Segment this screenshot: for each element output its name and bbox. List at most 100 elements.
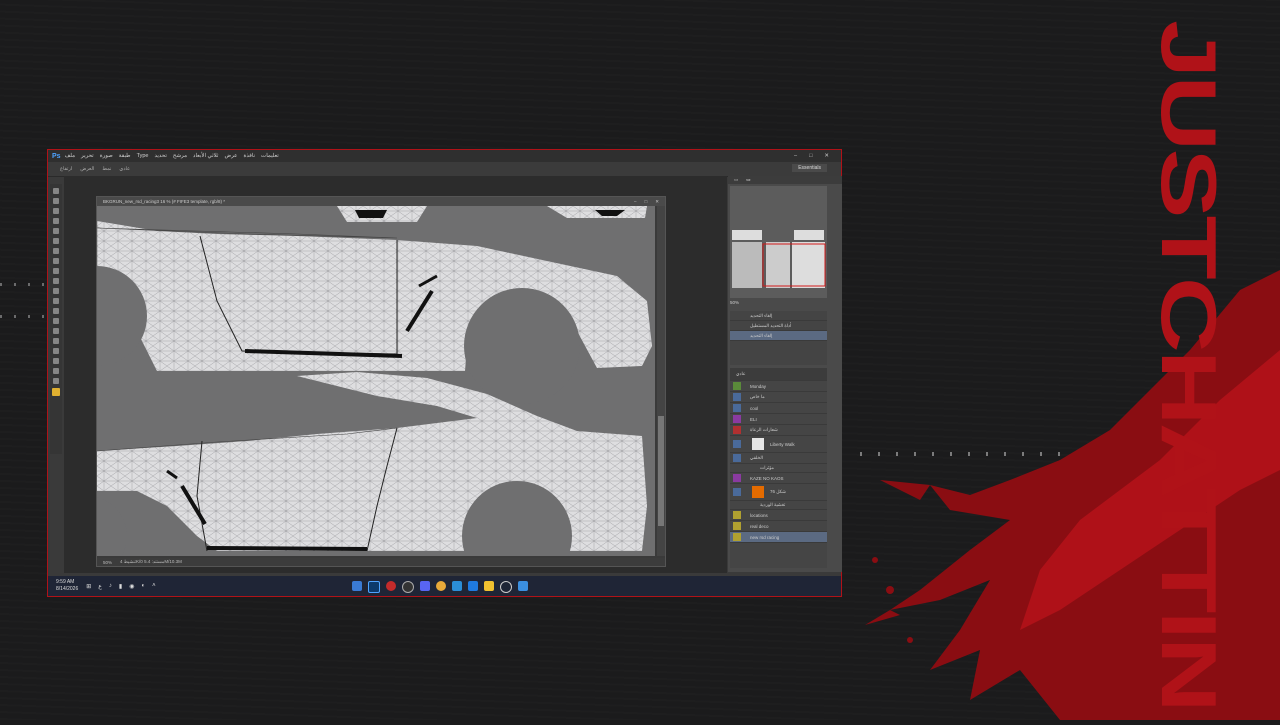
minimize-icon[interactable]: – [634, 199, 637, 205]
layer-row[interactable]: Monday [730, 381, 827, 392]
layer-row[interactable]: new rsd racing [730, 532, 827, 543]
tab-navigator[interactable]: ▭ [746, 177, 750, 183]
path-select-icon[interactable] [53, 348, 59, 354]
close-icon[interactable]: ✕ [655, 199, 659, 205]
lasso-tool-icon[interactable] [53, 208, 59, 214]
menu-item[interactable]: تحرير [81, 153, 94, 159]
history-brush-icon[interactable] [53, 278, 59, 284]
dodge-tool-icon[interactable] [53, 318, 59, 324]
minimize-icon[interactable]: – [794, 153, 797, 159]
eye-icon[interactable] [733, 454, 741, 462]
layer-effect[interactable]: تغشية الوردية [730, 501, 827, 510]
eye-icon[interactable] [733, 415, 741, 423]
wand-tool-icon[interactable] [53, 218, 59, 224]
eye-icon[interactable] [733, 382, 741, 390]
brush-tool-icon[interactable] [53, 258, 59, 264]
chrome-icon[interactable] [436, 581, 446, 591]
menu-item[interactable]: ملف [65, 153, 75, 159]
option-label[interactable]: نمط [102, 166, 111, 172]
zoom-tool-icon[interactable] [53, 378, 59, 384]
layer-row[interactable]: KAZE NO KAOS [730, 473, 827, 484]
foreground-color-icon[interactable] [52, 388, 60, 396]
stamp-tool-icon[interactable] [53, 268, 59, 274]
eye-icon[interactable] [733, 511, 741, 519]
heal-tool-icon[interactable] [53, 248, 59, 254]
history-item[interactable]: أداة التحديد المستطيل [730, 321, 827, 331]
app-icon[interactable] [386, 581, 396, 591]
layer-row[interactable]: locations [730, 510, 827, 521]
maximize-icon[interactable]: □ [645, 199, 648, 205]
eye-icon[interactable] [733, 488, 741, 496]
vertical-scrollbar[interactable] [657, 206, 665, 556]
photoshop-app-icon[interactable] [368, 581, 380, 593]
menu-item[interactable]: تحديد [155, 153, 167, 159]
option-label[interactable]: العرض [80, 166, 94, 172]
app-icon[interactable] [452, 581, 462, 591]
eye-icon[interactable] [733, 404, 741, 412]
menu-item[interactable]: ثلاثي الأبعاد [193, 153, 218, 159]
document-tab[interactable]: BKGRUN_new_rsd_racing3 16 % (# FIFE3 tem… [97, 197, 665, 206]
navigator-preview[interactable] [730, 186, 827, 298]
app-icon[interactable] [402, 581, 414, 593]
option-label[interactable]: ارتفاع [60, 166, 72, 172]
eyedropper-tool-icon[interactable] [53, 238, 59, 244]
eye-icon[interactable] [733, 522, 741, 530]
menu-item[interactable]: مرشح [173, 153, 187, 159]
layer-row[interactable]: cool [730, 403, 827, 414]
clock[interactable]: 9:59 AM 8/14/2026 [56, 579, 78, 593]
type-tool-icon[interactable] [53, 338, 59, 344]
zoom-level[interactable]: 50% [103, 560, 112, 565]
menu-item[interactable]: صورة [100, 153, 113, 159]
discord-icon[interactable] [420, 581, 430, 591]
car-template-canvas[interactable] [97, 206, 655, 556]
pen-tool-icon[interactable] [53, 328, 59, 334]
eye-icon[interactable] [733, 426, 741, 434]
history-item[interactable]: إلغاء التحديد [730, 311, 827, 321]
gradient-tool-icon[interactable] [53, 298, 59, 304]
chevron-up-icon[interactable]: ˄ [152, 583, 156, 590]
close-icon[interactable]: ✕ [824, 153, 829, 159]
workspace-switcher[interactable]: Essentials [792, 164, 827, 172]
navigator-zoom[interactable]: 50% [730, 300, 827, 308]
shape-tool-icon[interactable] [53, 358, 59, 364]
app-icon[interactable] [352, 581, 362, 591]
eye-icon[interactable] [733, 533, 741, 541]
eye-icon[interactable] [733, 393, 741, 401]
notification-icon[interactable]: ⊞ [86, 583, 91, 590]
eraser-tool-icon[interactable] [53, 288, 59, 294]
history-item[interactable]: إلغاء التحديد [730, 331, 827, 341]
store-icon[interactable] [468, 581, 478, 591]
blend-mode-select[interactable]: عادي [736, 371, 746, 377]
eye-icon[interactable] [733, 474, 741, 482]
tab-histogram[interactable]: ▭ [734, 177, 738, 183]
layer-row[interactable]: شعارات الرعاة [730, 425, 827, 436]
mic-icon[interactable]: ♪ [109, 583, 112, 590]
volume-icon[interactable]: ◐ [141, 583, 145, 590]
marquee-tool-icon[interactable] [53, 198, 59, 204]
folder-icon[interactable] [484, 581, 494, 591]
network-icon[interactable]: ◉ [129, 583, 134, 590]
layer-row[interactable]: Liberty Walk [730, 436, 827, 453]
menu-item[interactable]: عرض [224, 153, 237, 159]
menu-item[interactable]: طبقة [119, 153, 131, 159]
eye-icon[interactable] [733, 440, 741, 448]
layer-row[interactable]: ELI [730, 414, 827, 425]
search-icon[interactable] [500, 581, 512, 593]
menu-item[interactable]: Type [137, 153, 149, 159]
layer-row[interactable]: شكل 76 [730, 484, 827, 501]
option-label[interactable]: عادي [119, 166, 130, 172]
layer-row[interactable]: ما خاص [730, 392, 827, 403]
maximize-icon[interactable]: □ [809, 153, 812, 159]
blur-tool-icon[interactable] [53, 308, 59, 314]
scroll-thumb[interactable] [658, 416, 664, 526]
battery-icon[interactable]: ▮ [119, 583, 122, 590]
crop-tool-icon[interactable] [53, 228, 59, 234]
language-icon[interactable]: ع [98, 583, 102, 590]
hand-tool-icon[interactable] [53, 368, 59, 374]
menu-item[interactable]: تعليمات [261, 153, 279, 159]
layer-row[interactable]: الخلفي [730, 453, 827, 464]
layer-row[interactable]: real deco [730, 521, 827, 532]
move-tool-icon[interactable] [53, 188, 59, 194]
windows-start-icon[interactable] [518, 581, 528, 591]
layer-effect[interactable]: مؤثرات [730, 464, 827, 473]
